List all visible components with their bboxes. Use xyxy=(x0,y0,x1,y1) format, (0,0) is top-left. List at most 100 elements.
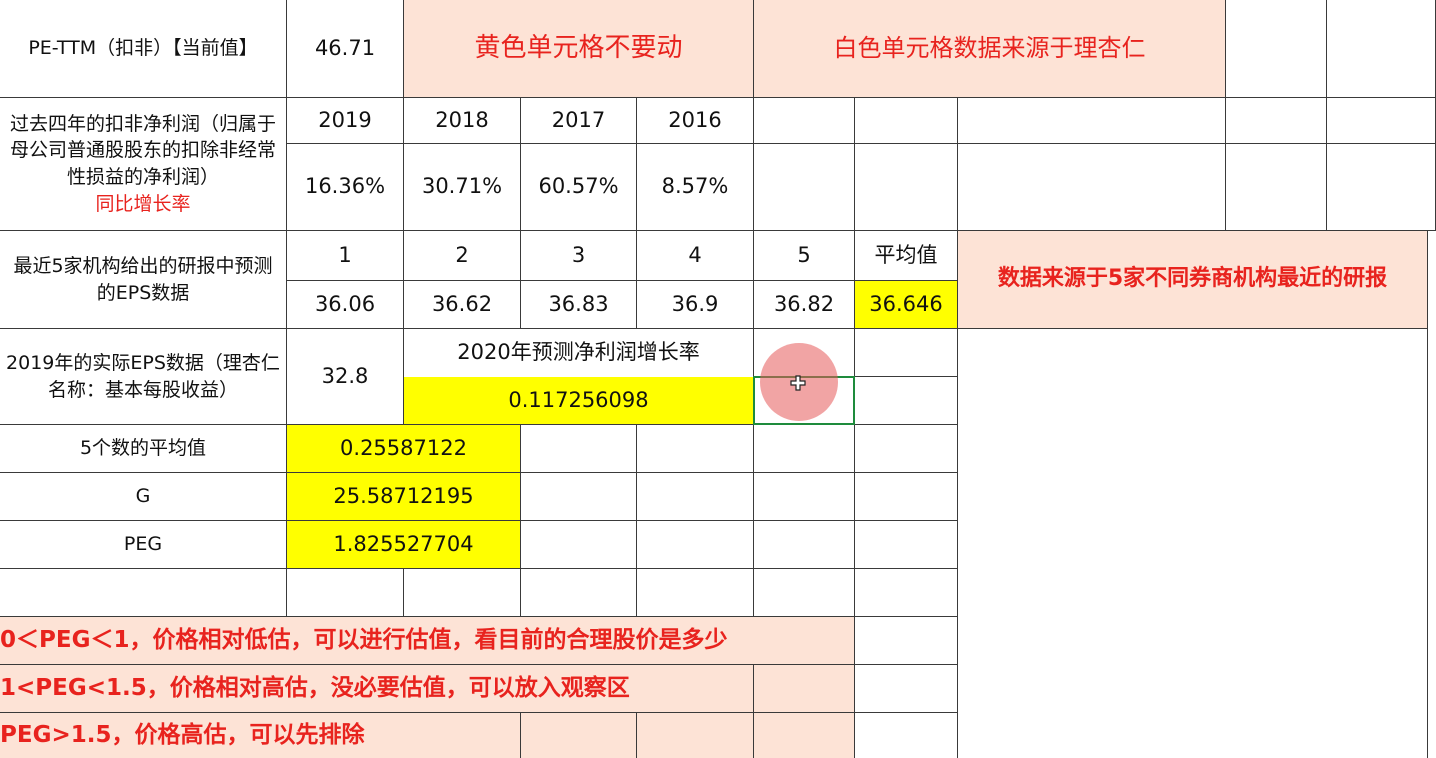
cell-rule-1[interactable]: 0＜PEG＜1，价格相对低估，可以进行估值，看目前的合理股价是多少 xyxy=(0,617,855,665)
cell-avg-value[interactable]: 0.25587122 xyxy=(287,425,521,473)
cell-index[interactable]: 5 xyxy=(754,231,855,281)
cell-eps-value[interactable]: 36.06 xyxy=(287,281,404,329)
rate-2019: 16.36% xyxy=(304,174,386,199)
cell-empty[interactable] xyxy=(754,473,855,521)
cell-profit-growth-label[interactable]: 过去四年的扣非净利润（归属于母公司普通股股东的扣除非经常性损益的净利润） 同比增… xyxy=(0,98,287,231)
cell-empty[interactable] xyxy=(754,569,855,617)
cell-empty[interactable] xyxy=(855,665,958,713)
cell-rate[interactable]: 16.36% xyxy=(287,144,404,231)
cell-empty[interactable] xyxy=(287,569,404,617)
cell-pe-ttm-value[interactable]: 46.71 xyxy=(287,0,404,98)
cell-empty[interactable] xyxy=(637,713,754,758)
cell-g-value[interactable]: 25.58712195 xyxy=(287,473,521,521)
cell-eps-value[interactable]: 36.9 xyxy=(637,281,754,329)
cell-empty[interactable] xyxy=(1226,0,1327,98)
cell-rule-2[interactable]: 1<PEG<1.5，价格相对高估，没必要估值，可以放入观察区 xyxy=(0,665,754,713)
cell-note-white[interactable]: 白色单元格数据来源于理杏仁 xyxy=(754,0,1226,98)
cell-eps-forecast-label[interactable]: 最近5家机构给出的研报中预测的EPS数据 xyxy=(0,231,287,329)
cell-rate[interactable]: 30.71% xyxy=(404,144,521,231)
cell-empty[interactable] xyxy=(958,98,1226,144)
g-label: G xyxy=(135,485,151,508)
cell-empty[interactable] xyxy=(754,144,855,231)
rate-2018: 30.71% xyxy=(421,174,503,199)
cell-actual-eps-label[interactable]: 2019年的实际EPS数据（理杏仁名称：基本每股收益） xyxy=(0,329,287,425)
cell-index[interactable]: 1 xyxy=(287,231,404,281)
cell-empty[interactable] xyxy=(1226,98,1327,144)
cell-empty[interactable] xyxy=(855,144,958,231)
cross-cursor-icon xyxy=(790,375,806,391)
cell-empty[interactable] xyxy=(637,569,754,617)
cell-eps-value[interactable]: 36.62 xyxy=(404,281,521,329)
cell-empty[interactable] xyxy=(637,473,754,521)
cell-empty[interactable] xyxy=(404,569,521,617)
cell-empty[interactable] xyxy=(637,425,754,473)
cell-empty[interactable] xyxy=(1327,0,1436,98)
cell-empty[interactable] xyxy=(754,665,855,713)
cell-empty[interactable] xyxy=(754,425,855,473)
eps-source-note: 数据来源于5家不同券商机构最近的研报 xyxy=(997,266,1388,292)
cell-growth-header[interactable]: 2020年预测净利润增长率 xyxy=(404,329,754,377)
cell-index[interactable]: 3 xyxy=(521,231,637,281)
note-white-cells: 白色单元格数据来源于理杏仁 xyxy=(833,33,1146,62)
cell-actual-eps-value[interactable]: 32.8 xyxy=(287,329,404,425)
avg-header: 平均值 xyxy=(874,242,938,267)
cell-growth-value[interactable]: 0.117256098 xyxy=(404,377,754,425)
cell-year[interactable]: 2018 xyxy=(404,98,521,144)
cell-year[interactable]: 2019 xyxy=(287,98,404,144)
cell-empty[interactable] xyxy=(958,144,1226,231)
cell-eps-value[interactable]: 36.83 xyxy=(521,281,637,329)
cell-eps-avg[interactable]: 36.646 xyxy=(855,281,958,329)
cell-empty[interactable] xyxy=(754,98,855,144)
cell-empty[interactable] xyxy=(0,569,287,617)
cell-peg-label[interactable]: PEG xyxy=(0,521,287,569)
eps-value-3: 36.83 xyxy=(548,291,609,316)
cell-rule-3[interactable]: PEG>1.5，价格高估，可以先排除 xyxy=(0,713,521,758)
profit-growth-label: 过去四年的扣非净利润（归属于母公司普通股股东的扣除非经常性损益的净利润） xyxy=(9,112,276,188)
cell-g-label[interactable]: G xyxy=(0,473,287,521)
cell-empty[interactable] xyxy=(855,377,958,425)
eps-value-5: 36.82 xyxy=(773,291,835,316)
cell-empty[interactable] xyxy=(855,617,958,665)
cell-source-note[interactable]: 数据来源于5家不同券商机构最近的研报 xyxy=(958,231,1428,329)
cell-index[interactable]: 4 xyxy=(637,231,754,281)
index-3: 3 xyxy=(571,242,586,267)
cell-empty[interactable] xyxy=(855,425,958,473)
cell-empty[interactable] xyxy=(855,569,958,617)
cell-index[interactable]: 2 xyxy=(404,231,521,281)
cell-year[interactable]: 2016 xyxy=(637,98,754,144)
pe-ttm-value: 46.71 xyxy=(314,35,376,60)
cell-empty[interactable] xyxy=(855,521,958,569)
index-5: 5 xyxy=(797,242,811,267)
cell-pe-ttm-label[interactable]: PE-TTM（扣非）【当前值】 xyxy=(0,0,287,98)
cell-empty[interactable] xyxy=(1226,144,1327,231)
cell-empty[interactable] xyxy=(1327,98,1436,144)
cell-empty[interactable] xyxy=(754,521,855,569)
cell-rate[interactable]: 8.57% xyxy=(637,144,754,231)
cell-year[interactable]: 2017 xyxy=(521,98,637,144)
cell-rate[interactable]: 60.57% xyxy=(521,144,637,231)
actual-eps-value: 32.8 xyxy=(321,363,369,388)
peg-value: 1.825527704 xyxy=(333,531,474,556)
index-1: 1 xyxy=(338,242,352,267)
avg-label: 5个数的平均值 xyxy=(79,437,207,460)
cell-empty[interactable] xyxy=(855,473,958,521)
cell-note-yellow[interactable]: 黄色单元格不要动 xyxy=(404,0,754,98)
cell-empty[interactable] xyxy=(637,521,754,569)
cell-empty[interactable] xyxy=(521,713,637,758)
cell-eps-value[interactable]: 36.82 xyxy=(754,281,855,329)
cell-empty[interactable] xyxy=(521,473,637,521)
cell-empty[interactable] xyxy=(855,713,958,758)
note-yellow-cells: 黄色单元格不要动 xyxy=(474,32,683,63)
cell-empty[interactable] xyxy=(754,713,855,758)
cell-avg-header[interactable]: 平均值 xyxy=(855,231,958,281)
cell-empty[interactable] xyxy=(521,425,637,473)
cell-empty[interactable] xyxy=(855,329,958,377)
pe-ttm-label: PE-TTM（扣非）【当前值】 xyxy=(28,37,258,60)
cell-empty[interactable] xyxy=(1327,144,1436,231)
cell-empty[interactable] xyxy=(855,98,958,144)
cell-avg-label[interactable]: 5个数的平均值 xyxy=(0,425,287,473)
cell-peg-value[interactable]: 1.825527704 xyxy=(287,521,521,569)
cell-empty[interactable] xyxy=(521,569,637,617)
index-4: 4 xyxy=(688,242,702,267)
cell-empty[interactable] xyxy=(521,521,637,569)
